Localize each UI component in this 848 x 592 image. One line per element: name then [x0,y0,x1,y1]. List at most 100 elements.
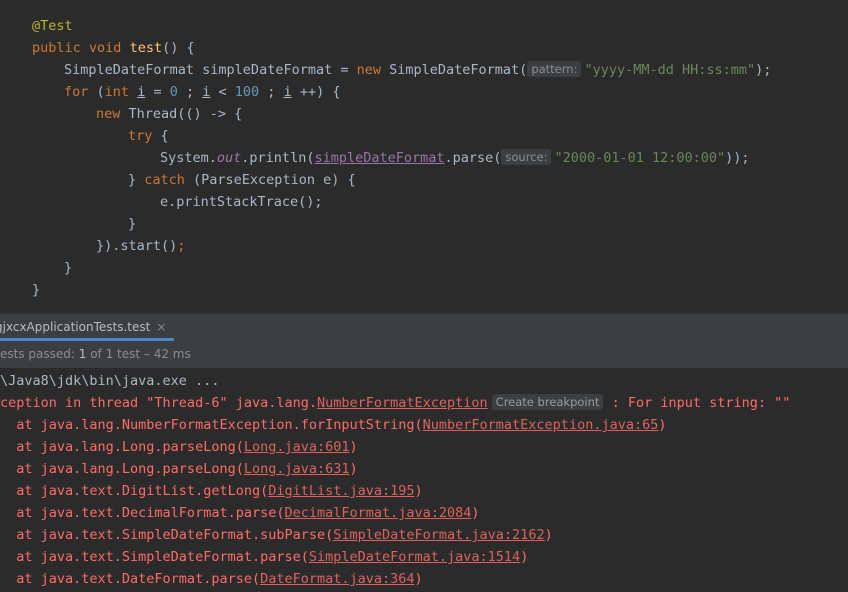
number-literal: 0 [169,84,178,100]
code-text: SimpleDateFormat( [381,62,528,78]
keyword-public: public [32,40,81,56]
run-tool-window-header: gjxcxApplicationTests.test × [0,313,848,342]
run-tab[interactable]: gjxcxApplicationTests.test × [0,314,175,341]
code-text: }).start() [96,238,178,254]
code-text: .parse( [444,150,502,166]
stack-frame: at java.text.DecimalFormat.parse(Decimal… [0,502,480,524]
close-icon[interactable]: × [156,320,166,334]
code-text: } [128,216,137,232]
code-text: = [145,84,170,100]
static-field-out: out [216,150,242,166]
code-text: e.printStackTrace(); [160,194,323,210]
frame-text: at java.text.SimpleDateFormat.subParse( [0,527,334,543]
code-text: () { [162,40,195,56]
code-text: ; [177,238,186,254]
code-text: Thread(() -> { [120,106,243,122]
source-link[interactable]: SimpleDateFormat.java:2162 [333,527,544,543]
exception-message: : For input string: "" [603,395,791,411]
keyword-new: new [96,106,121,122]
code-line-2: public void test() { [32,37,195,59]
code-line-5: new Thread(() -> { [96,103,242,125]
frame-text: at java.lang.NumberFormatException.forIn… [0,417,423,433]
test-status-bar: ests passed: 1 of 1 test – 42 ms [0,341,848,368]
command-text: \Java8\jdk\bin\java.exe ... [0,373,220,389]
code-text: ( [88,84,105,100]
stack-frame: at java.text.DigitList.getLong(DigitList… [0,480,423,502]
stack-frame: at java.text.SimpleDateFormat.subParse(S… [0,524,553,546]
stack-frame: at java.lang.Long.parseLong(Long.java:60… [0,436,358,458]
stack-frame: at java.text.DateFormat.parse(DateFormat… [0,568,423,590]
param-hint-source: source: [501,149,552,165]
frame-text: at java.lang.Long.parseLong( [0,439,244,455]
frame-text: at java.text.DateFormat.parse( [0,571,261,587]
keyword-try: try [128,128,153,144]
console-output[interactable]: \Java8\jdk\bin\java.exe ... ception in t… [0,369,848,592]
exception-line: ception in thread "Thread-6" java.lang.N… [0,392,790,414]
code-line-10: } [128,213,136,235]
frame-text: ) [471,505,480,521]
code-line-13: } [32,279,40,301]
source-link[interactable]: DateFormat.java:364 [260,571,414,587]
console-command-line: \Java8\jdk\bin\java.exe ... [0,370,219,392]
exception-text: ception in thread "Thread-6" java.lang. [0,395,317,411]
frame-text: ) [544,527,553,543]
keyword-for: for [64,84,89,100]
method-name: test [129,40,163,56]
stack-frame: at java.lang.NumberFormatException.forIn… [0,414,666,436]
param-hint-pattern: pattern: [527,61,582,77]
code-line-12: } [64,257,72,279]
frame-text: ) [414,571,423,587]
code-line-1: @Test [32,15,73,37]
run-tab-label: gjxcxApplicationTests.test [0,320,151,334]
code-text: ; [259,84,284,100]
code-text: } [64,260,73,276]
frame-text: at java.text.DecimalFormat.parse( [0,505,285,521]
frame-text: ) [414,483,423,499]
code-line-3: SimpleDateFormat simpleDateFormat = new … [64,59,771,81]
code-line-8: } catch (ParseException e) { [128,169,356,191]
code-line-11: }).start(); [96,235,185,257]
frame-text: ) [349,461,358,477]
keyword-int: int [104,84,130,100]
source-link[interactable]: Long.java:631 [244,461,350,477]
create-breakpoint-button[interactable]: Create breakpoint [491,394,604,410]
frame-text: at java.lang.Long.parseLong( [0,461,244,477]
keyword-new: new [356,62,381,78]
stack-frame: at java.lang.Long.parseLong(Long.java:63… [0,458,358,480]
source-link[interactable]: SimpleDateFormat.java:1514 [309,549,520,565]
var-i: i [283,84,292,100]
status-suffix: of 1 test – 42 ms [86,347,191,361]
code-line-6: try { [128,125,169,147]
test-status-text: ests passed: 1 of 1 test – 42 ms [0,347,191,361]
code-text: (ParseException e) { [184,172,356,188]
code-text: ++) { [291,84,341,100]
code-editor[interactable]: @Test public void test() { SimpleDateFor… [0,0,848,304]
source-link[interactable]: DigitList.java:195 [268,483,414,499]
frame-text: at java.text.DigitList.getLong( [0,483,269,499]
status-prefix: ests passed: [0,347,79,361]
string-literal: "yyyy-MM-dd HH:ss:mm" [584,62,756,78]
code-line-7: System.out.println(simpleDateFormat.pars… [160,147,750,169]
code-text: )); [725,150,750,166]
string-literal: "2000-01-01 12:00:00" [554,150,726,166]
source-link[interactable]: DecimalFormat.java:2084 [284,505,471,521]
code-text: ); [755,62,772,78]
stack-frame: at java.text.SimpleDateFormat.parse(Simp… [0,546,528,568]
code-text: .println( [241,150,315,166]
code-text: SimpleDateFormat simpleDateFormat = [64,62,357,78]
source-link[interactable]: Long.java:601 [244,439,350,455]
code-line-4: for (int i = 0 ; i < 100 ; i ++) { [64,81,340,103]
keyword-void: void [88,40,122,56]
annotation: @Test [32,18,73,34]
code-text: System. [160,150,217,166]
code-text: { [152,128,169,144]
code-text: } [128,172,145,188]
code-text: ; [177,84,203,100]
frame-text: ) [349,439,358,455]
frame-text: at java.text.SimpleDateFormat.parse( [0,549,309,565]
frame-text: ) [520,549,529,565]
source-link[interactable]: NumberFormatException.java:65 [423,417,659,433]
keyword-catch: catch [144,172,185,188]
exception-class-link[interactable]: NumberFormatException [317,395,488,411]
number-literal: 100 [234,84,260,100]
